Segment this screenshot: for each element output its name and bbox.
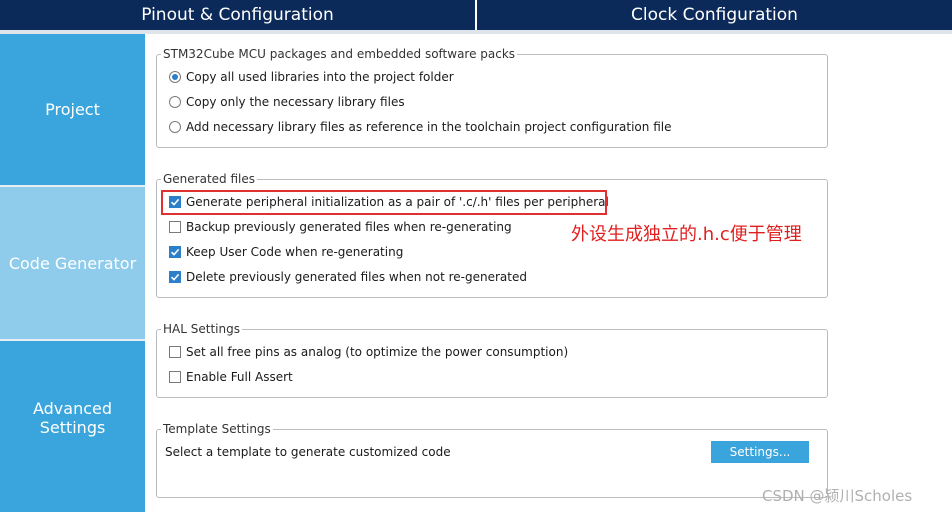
radio-copy-necessary[interactable]: Copy only the necessary library files: [169, 95, 405, 109]
annotation-note: 外设生成独立的.h.c便于管理: [571, 224, 802, 245]
checkbox-label: Delete previously generated files when n…: [186, 270, 527, 284]
radio-icon[interactable]: [169, 121, 181, 133]
checkbox-free-pins-analog[interactable]: Set all free pins as analog (to optimize…: [169, 345, 568, 359]
template-settings-group: Template Settings Select a template to g…: [156, 421, 828, 498]
settings-button[interactable]: Settings...: [711, 441, 809, 463]
packages-legend: STM32Cube MCU packages and embedded soft…: [161, 46, 518, 62]
radio-label: Copy all used libraries into the project…: [186, 70, 454, 84]
sidebar-item-advanced-settings[interactable]: Advanced Settings: [0, 339, 145, 495]
hal-settings-group: HAL Settings Set all free pins as analog…: [156, 321, 828, 398]
template-settings-legend: Template Settings: [161, 421, 273, 437]
hal-settings-legend: HAL Settings: [161, 321, 242, 337]
tab-pinout-configuration[interactable]: Pinout & Configuration: [0, 0, 475, 30]
radio-selected-icon[interactable]: [169, 71, 181, 83]
checkbox-icon[interactable]: [169, 346, 181, 358]
checkbox-backup[interactable]: Backup previously generated files when r…: [169, 220, 512, 234]
template-description: Select a template to generate customized…: [165, 445, 451, 459]
top-tab-bar: Pinout & Configuration Clock Configurati…: [0, 0, 952, 30]
radio-copy-all[interactable]: Copy all used libraries into the project…: [169, 70, 454, 84]
tab-clock-configuration[interactable]: Clock Configuration: [477, 0, 952, 30]
radio-icon[interactable]: [169, 96, 181, 108]
sidebar-item-project[interactable]: Project: [0, 34, 145, 187]
sidebar-filler: [0, 495, 145, 512]
highlight-box: [161, 190, 607, 215]
radio-label: Copy only the necessary library files: [186, 95, 405, 109]
checkbox-keep-user-code[interactable]: Keep User Code when re-generating: [169, 245, 403, 259]
packages-group: STM32Cube MCU packages and embedded soft…: [156, 46, 828, 148]
template-description-text: Select a template to generate customized…: [165, 445, 451, 459]
watermark: CSDN @颍川Scholes: [762, 487, 913, 505]
checkbox-icon[interactable]: [169, 221, 181, 233]
radio-label: Add necessary library files as reference…: [186, 120, 672, 134]
checkbox-full-assert[interactable]: Enable Full Assert: [169, 370, 293, 384]
checkbox-checked-icon[interactable]: [169, 271, 181, 283]
checkbox-label: Backup previously generated files when r…: [186, 220, 512, 234]
sidebar: Project Code Generator Advanced Settings: [0, 34, 145, 512]
checkbox-delete-previous[interactable]: Delete previously generated files when n…: [169, 270, 527, 284]
checkbox-checked-icon[interactable]: [169, 246, 181, 258]
checkbox-icon[interactable]: [169, 371, 181, 383]
radio-add-reference[interactable]: Add necessary library files as reference…: [169, 120, 671, 134]
checkbox-label: Enable Full Assert: [186, 370, 293, 384]
sidebar-item-code-generator[interactable]: Code Generator: [0, 187, 145, 339]
checkbox-label: Set all free pins as analog (to optimize…: [186, 345, 569, 359]
generated-files-legend: Generated files: [161, 171, 258, 187]
checkbox-label: Keep User Code when re-generating: [186, 245, 404, 259]
